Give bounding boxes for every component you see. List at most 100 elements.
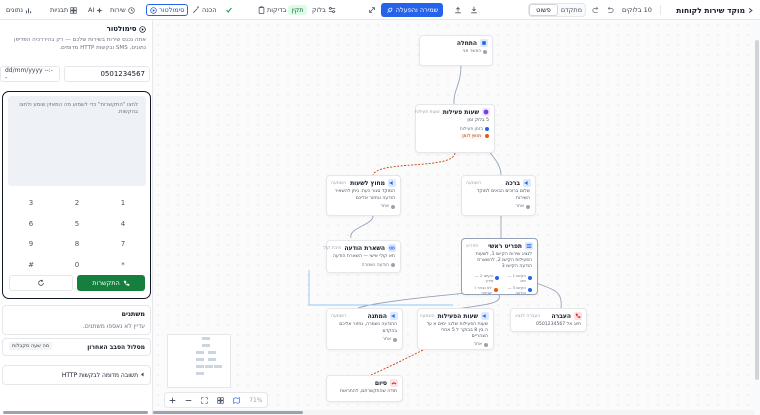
share-button[interactable]: [454, 4, 462, 16]
minimap-toggle-button[interactable]: [233, 396, 240, 404]
sliders-icon: [328, 7, 336, 13]
refresh-icon: [38, 279, 44, 286]
export-button[interactable]: [470, 4, 478, 16]
key-6[interactable]: 6: [8, 214, 54, 235]
variables-empty: עדיין לא נאספו משתנים.: [82, 323, 145, 330]
simulator-panel: סימולטור אתה נכנס שירות בשירות שלכם — רק…: [0, 20, 153, 415]
key-3[interactable]: 3: [8, 193, 54, 214]
key-8[interactable]: 8: [54, 234, 100, 255]
phone-icon: [480, 39, 488, 47]
sparkle-icon: [96, 6, 104, 14]
services-button[interactable]: שירות: [110, 4, 135, 16]
zoom-in-button[interactable]: [169, 397, 176, 404]
node-info[interactable]: שעות הפעילות השמעה שעות הפעילות שלנו: ימ…: [417, 308, 494, 350]
http-mock-card[interactable]: תשובה מדומה לבקשות HTTP: [2, 365, 151, 385]
ready-button[interactable]: הכנה: [192, 4, 233, 16]
reset-button[interactable]: [9, 275, 73, 291]
node-voicemail[interactable]: השארת הודעה תיבת קול תא קולי אישי — השאר…: [323, 240, 401, 273]
call-button[interactable]: התקשרות: [77, 275, 145, 291]
simulator-button[interactable]: סימולטור: [146, 4, 189, 16]
mode-switch[interactable]: מתקדם פשוט: [528, 3, 586, 17]
key-2[interactable]: 2: [54, 193, 100, 214]
dial-keypad: 1 2 3 4 5 6 7 8 9 * 0 #: [8, 193, 146, 275]
status-badge: תקין: [288, 5, 307, 15]
clipboard-icon: [258, 6, 265, 14]
plus-icon: [170, 397, 176, 403]
simulator-description: אתה נכנס שירות בשירות שלכם — רק בהיררכיה…: [13, 37, 146, 51]
collapse-icon: [369, 7, 375, 13]
templates-button[interactable]: תבניות: [50, 4, 77, 16]
minimap[interactable]: [167, 334, 231, 388]
clock-icon: [482, 108, 490, 116]
http-mock-toggle[interactable]: תשובה מדומה לבקשות HTTP: [62, 372, 145, 379]
speaker-icon: [523, 179, 531, 187]
key-star[interactable]: *: [100, 255, 146, 276]
node-start[interactable]: התחלה כאשר אני: [419, 35, 493, 66]
undo-button[interactable]: [606, 4, 614, 16]
flow-canvas[interactable]: התחלה כאשר אני שעות פעילות שעות פעילות 5…: [153, 20, 760, 415]
phone-forward-icon: [574, 312, 582, 320]
mode-simple[interactable]: פשוט: [529, 4, 558, 16]
last-route-card: מסלול הסבב האחרון מה שעה מקבלות: [2, 338, 151, 356]
minimap-preview: [196, 337, 222, 375]
node-wait[interactable]: המתנה השמעה ההודעה נשמרה, נחזור אליכם בה…: [326, 308, 403, 350]
minus-icon: [186, 399, 192, 401]
last-route-title: מסלול הסבב האחרון: [87, 344, 145, 351]
key-9[interactable]: 9: [8, 234, 54, 255]
checks-button[interactable]: תקין בדיקות: [258, 4, 307, 16]
key-4[interactable]: 4: [100, 214, 146, 235]
node-end[interactable]: סיום תודה שהתקשרתם, להתראות: [326, 375, 403, 402]
key-5[interactable]: 5: [54, 214, 100, 235]
chevron-left-icon: [141, 372, 144, 377]
auto-layout-button[interactable]: [217, 396, 224, 404]
node-welcome[interactable]: ברכה השמעה שלום ברוכים הבאים למוקד השירו…: [461, 175, 536, 216]
node-count: 10 בלוקים: [622, 6, 652, 14]
key-7[interactable]: 7: [100, 234, 146, 255]
chart-icon: [25, 7, 32, 13]
save-publish-button[interactable]: שמירה והפעלה: [381, 3, 443, 17]
grid-icon: [217, 396, 224, 404]
undo-icon: [607, 6, 614, 13]
vertical-scrollbar[interactable]: [754, 20, 760, 415]
key-1[interactable]: 1: [100, 193, 146, 214]
redo-button[interactable]: [592, 4, 600, 16]
call-datetime-input[interactable]: dd/mm/yyyy --:--: [0, 66, 60, 82]
voicemail-icon: [388, 244, 396, 252]
back-to-flows[interactable]: מוקד שירות לקוחות: [676, 4, 754, 16]
horizontal-scrollbar[interactable]: [153, 410, 760, 415]
collapse-button[interactable]: [368, 4, 376, 16]
key-hash[interactable]: #: [8, 255, 54, 276]
clock-icon: [128, 6, 135, 14]
upload-icon: [455, 7, 461, 14]
fit-view-button[interactable]: [201, 396, 208, 404]
map-icon: [233, 396, 240, 404]
redo-icon: [592, 6, 599, 13]
mode-advanced[interactable]: מתקדם: [558, 4, 585, 16]
play-icon: [150, 6, 157, 14]
last-route-badge[interactable]: מה שעה מקבלות: [9, 342, 53, 350]
node-after-hours[interactable]: מחוץ לשעות השמעה המוקד סגור כעת. ניתן לה…: [326, 175, 401, 216]
canvas-controls: 71%: [164, 392, 268, 408]
zoom-out-button[interactable]: [185, 397, 192, 404]
menu-icon: [525, 242, 533, 250]
caller-number-input[interactable]: 0501234567: [64, 66, 150, 82]
key-0[interactable]: 0: [54, 255, 100, 276]
chevron-right-icon: [748, 7, 753, 13]
node-transfer[interactable]: העברה העברה לנציג חיוג אל 0501234567: [510, 308, 587, 332]
data-button[interactable]: נתונים: [6, 4, 32, 16]
play-icon: [139, 25, 146, 33]
fullscreen-icon: [201, 396, 208, 404]
node-main-menu[interactable]: תפריט ראשי תפריט לנציג שירות הקישו 1, לש…: [461, 238, 538, 295]
speaker-icon: [388, 179, 396, 187]
top-toolbar: מוקד שירות לקוחות 10 בלוקים מתקדם פשוט ש…: [0, 0, 760, 20]
rocket-icon: [386, 7, 393, 13]
simulator-title: סימולטור: [107, 25, 146, 33]
ai-button[interactable]: AI: [88, 4, 104, 16]
node-hours[interactable]: שעות פעילות שעות פעילות 5 בלוק זמן בזמן …: [415, 104, 495, 153]
hangup-icon: [390, 379, 398, 387]
call-transcript: לחצו "התקשרות" כדי לשמוע מה המאזין שומע …: [8, 96, 146, 186]
check-icon: [225, 7, 232, 13]
sidebar-scrollbar[interactable]: [3, 411, 148, 414]
add-block-button[interactable]: בלוק: [312, 4, 336, 16]
flow-connections: [308, 65, 562, 376]
